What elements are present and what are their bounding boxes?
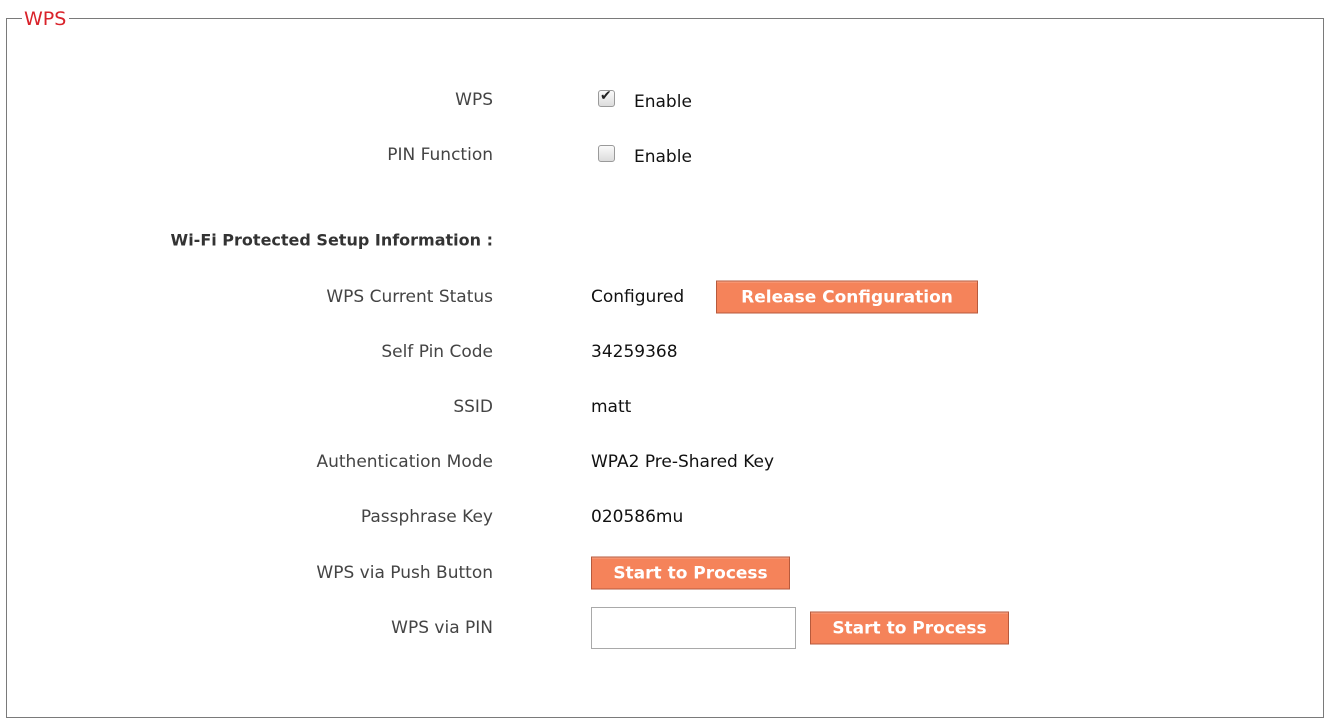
passphrase-label: Passphrase Key [360,507,493,527]
pin-function-row: PIN Function Enable [0,140,1300,170]
self-pin-label: Self Pin Code [381,342,493,362]
release-configuration-button[interactable]: Release Configuration [716,280,978,314]
passphrase-row: Passphrase Key 020586mu [0,502,1300,532]
section-title: WPS [22,8,70,30]
auth-mode-value: WPA2 Pre-Shared Key [591,452,775,472]
pin-function-checkbox[interactable] [598,145,615,162]
via-pin-start-button[interactable]: Start to Process [810,611,1009,645]
push-button-row: WPS via Push Button Start to Process [0,556,1300,590]
check-icon: ✔ [600,88,612,104]
status-label: WPS Current Status [326,287,493,307]
push-button-start-button[interactable]: Start to Process [591,556,790,590]
ssid-label: SSID [453,397,493,417]
pin-function-enable-label: Enable [634,147,692,167]
wps-enable-row: WPS ✔ Enable [0,85,1300,115]
push-button-label: WPS via Push Button [316,563,493,583]
self-pin-row: Self Pin Code 34259368 [0,337,1300,367]
ssid-value: matt [591,397,632,417]
auth-mode-label: Authentication Mode [316,452,493,472]
via-pin-label: WPS via PIN [391,618,493,638]
passphrase-value: 020586mu [591,507,684,527]
status-row: WPS Current Status Configured Release Co… [0,280,1300,314]
auth-mode-row: Authentication Mode WPA2 Pre-Shared Key [0,447,1300,477]
ssid-row: SSID matt [0,392,1300,422]
info-heading-row: Wi-Fi Protected Setup Information : [0,225,1300,255]
wps-label: WPS [455,90,493,110]
status-value: Configured [591,287,685,307]
wps-enable-checkbox[interactable]: ✔ [598,88,615,107]
self-pin-value: 34259368 [591,342,678,362]
info-heading: Wi-Fi Protected Setup Information : [170,230,493,250]
pin-function-label: PIN Function [387,145,493,165]
pin-input[interactable] [591,607,796,649]
via-pin-row: WPS via PIN Start to Process [0,607,1300,649]
wps-enable-label: Enable [634,92,692,112]
